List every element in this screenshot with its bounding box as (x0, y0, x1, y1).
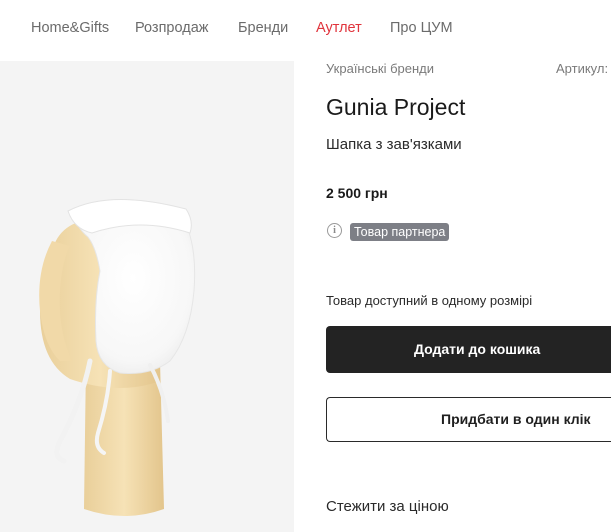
nav-item-sale[interactable]: Розпродаж (135, 20, 208, 36)
product-info-panel: Українські бренди Артикул: Gunia Project… (326, 0, 611, 532)
product-title: Шапка з зав'язками (326, 136, 462, 153)
article-label: Артикул: (556, 61, 609, 76)
product-price: 2 500 грн (326, 185, 388, 201)
size-availability-note: Товар доступний в одному розмірі (326, 293, 533, 308)
buy-one-click-button[interactable]: Придбати в один клік (326, 397, 611, 442)
product-photo-hat-on-mannequin (39, 199, 196, 516)
info-icon[interactable]: i (327, 223, 342, 238)
partner-badge: Товар партнера (350, 223, 450, 241)
watch-price-link[interactable]: Стежити за ціною (326, 498, 449, 515)
product-category[interactable]: Українські бренди (326, 61, 434, 76)
nav-item-home-gifts[interactable]: Home&Gifts (31, 20, 109, 36)
product-image[interactable] (0, 61, 294, 532)
add-to-cart-button[interactable]: Додати до кошика (326, 326, 611, 373)
product-brand[interactable]: Gunia Project (326, 94, 465, 121)
nav-item-brands[interactable]: Бренди (238, 20, 288, 36)
